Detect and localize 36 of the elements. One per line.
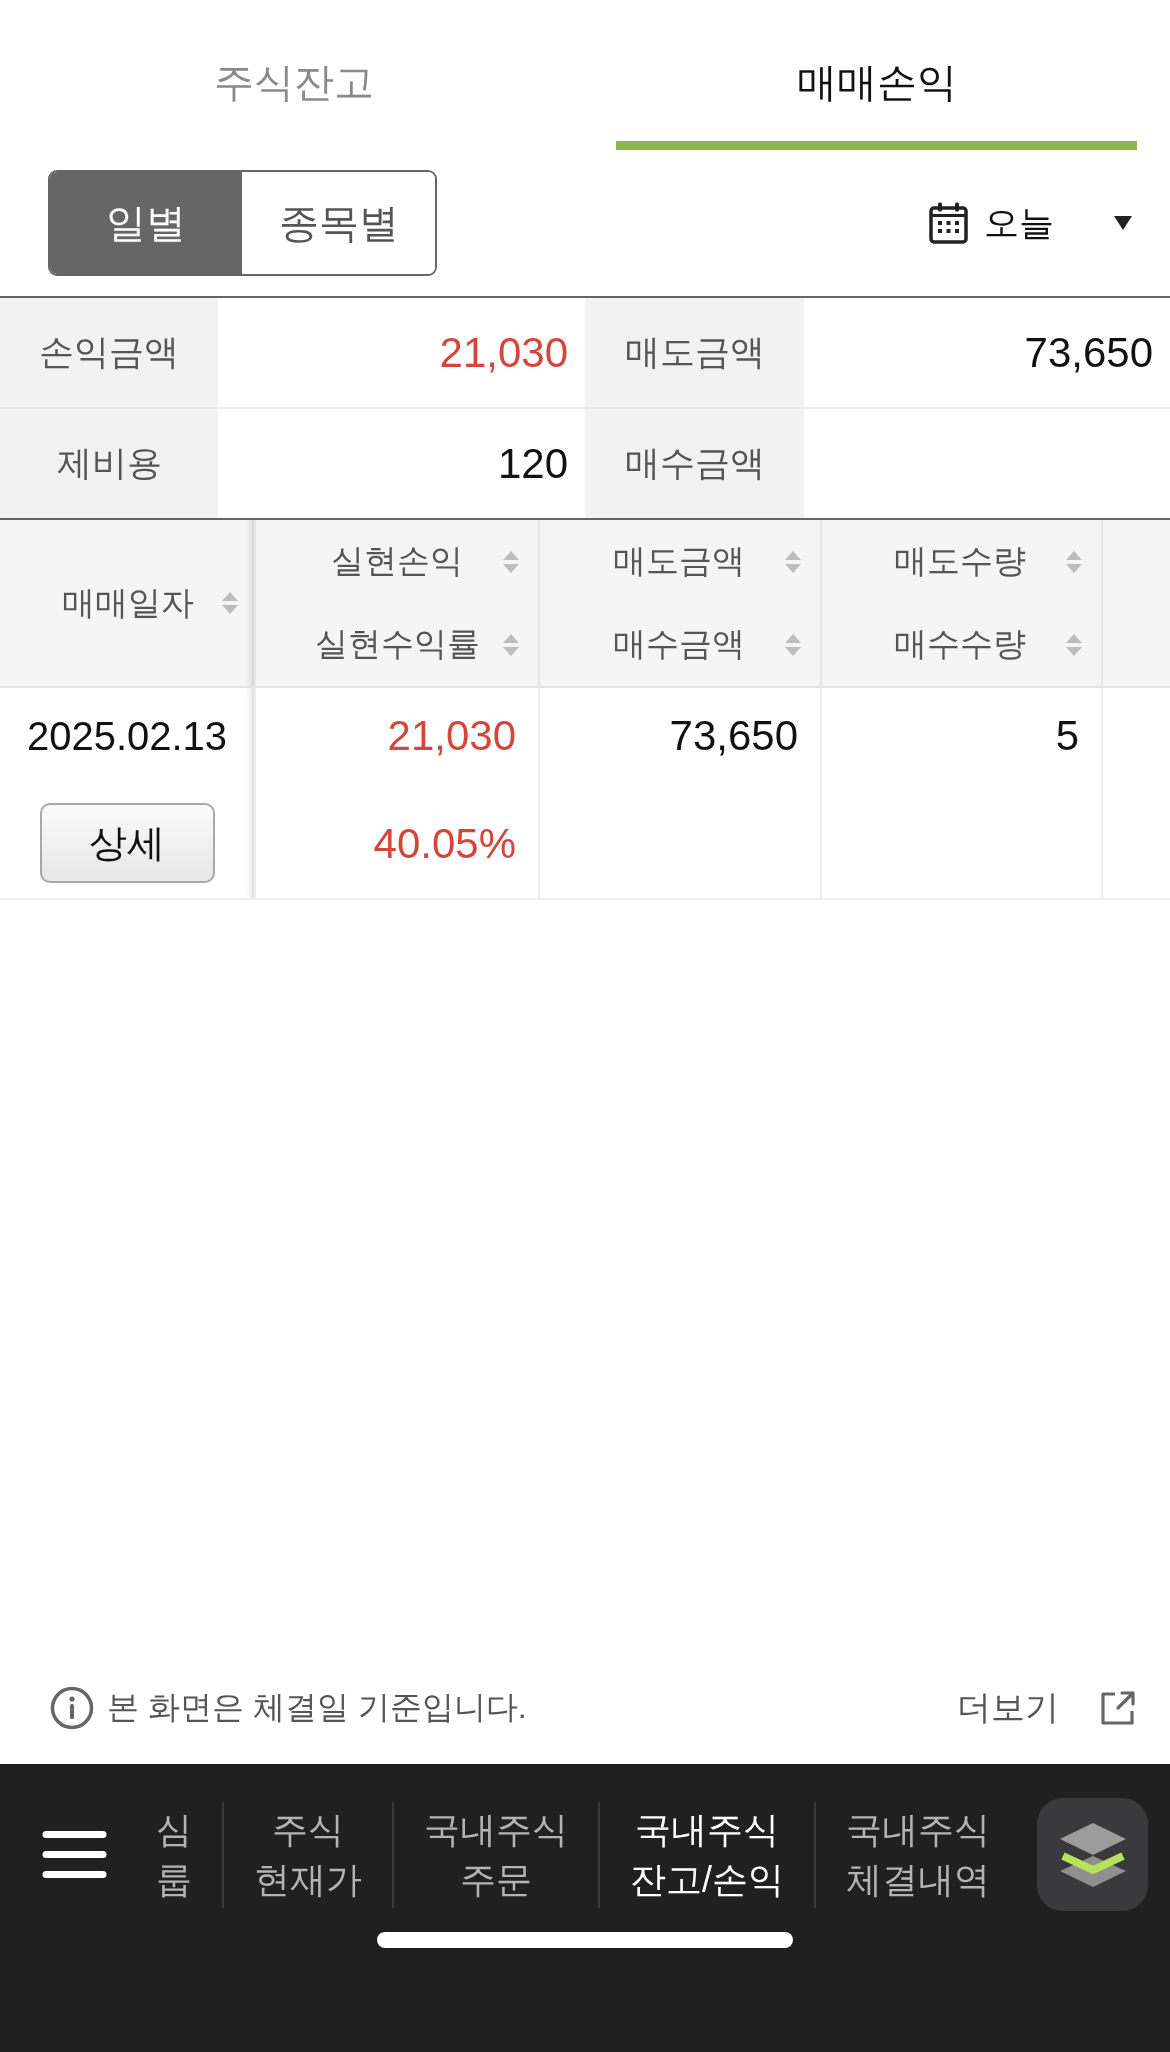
notice-text: 본 화면은 체결일 기준입니다. xyxy=(107,1688,527,1727)
external-link-icon xyxy=(1099,1689,1136,1727)
info-icon xyxy=(50,1686,94,1730)
cell-value: 5 xyxy=(1055,711,1079,761)
sort-button[interactable]: 실현손익 xyxy=(256,536,538,587)
date-text: 2025.02.13 xyxy=(26,713,228,760)
nav-tab[interactable]: 국내주식 잔고/손익 xyxy=(598,1801,814,1908)
summary-label: 손익금액 xyxy=(0,298,218,409)
summary-value: 120 xyxy=(496,438,569,489)
sort-icon xyxy=(220,590,240,616)
sort-button[interactable]: 실현수익률 xyxy=(256,619,538,670)
nav-tab[interactable]: 국내주식 체결내역 xyxy=(814,1801,1020,1908)
calendar-icon xyxy=(929,202,968,244)
detail-button[interactable]: 상세 xyxy=(39,803,215,883)
tab[interactable]: 매매손익 xyxy=(616,0,1137,150)
date-filter-dropdown[interactable]: 오늘 xyxy=(929,199,1132,247)
summary-label: 매도금액 xyxy=(585,298,804,409)
segment-button[interactable]: 일별 xyxy=(50,172,242,274)
more-link[interactable]: 더보기 xyxy=(957,1685,1136,1731)
nav-tab[interactable]: 주식 현재가 xyxy=(222,1801,392,1908)
sort-button[interactable]: 매수금액 xyxy=(540,619,820,670)
caret-icon xyxy=(1114,216,1132,230)
sort-button[interactable]: 매매일자 xyxy=(0,578,254,628)
sort-button[interactable]: 매도수량 xyxy=(822,536,1101,587)
layers-button[interactable] xyxy=(1037,1798,1148,1911)
menu-icon xyxy=(42,1830,107,1879)
summary-label: 매수금액 xyxy=(585,409,804,518)
summary-label: 제비용 xyxy=(0,409,218,518)
cell-value: 21,030 xyxy=(387,711,516,761)
nav-tab[interactable]: 국내주식 주문 xyxy=(392,1801,598,1908)
sort-button[interactable]: 매도금액 xyxy=(540,536,820,587)
sort-button[interactable]: 매수수량 xyxy=(822,619,1101,670)
summary-value: 73,650 xyxy=(804,298,1170,409)
cell-value: 40.05% xyxy=(373,819,516,869)
cell-value: 73,650 xyxy=(669,711,798,761)
nav-tab[interactable]: 심 룹 xyxy=(141,1801,222,1908)
